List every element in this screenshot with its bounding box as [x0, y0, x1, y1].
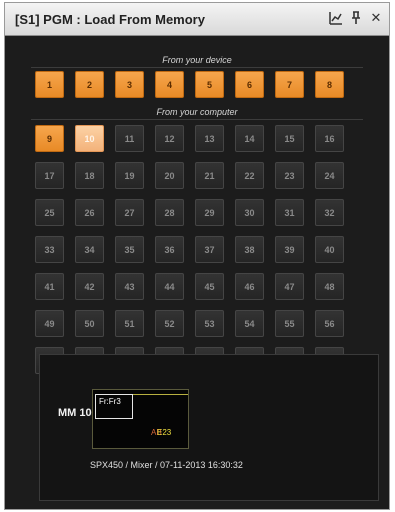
computer-slot-11-button[interactable]: 11 — [115, 125, 144, 152]
computer-slot-9-button[interactable]: 9 — [35, 125, 64, 152]
computer-slot-48-button[interactable]: 48 — [315, 273, 344, 300]
computer-slot-15-button[interactable]: 15 — [275, 125, 304, 152]
computer-slot-19-button[interactable]: 19 — [115, 162, 144, 189]
computer-slot-55-button[interactable]: 55 — [275, 310, 304, 337]
computer-slot-42-button[interactable]: 42 — [75, 273, 104, 300]
computer-slot-29-button[interactable]: 29 — [195, 199, 224, 226]
computer-slot-10-button[interactable]: 10 — [75, 125, 104, 152]
memory-preview-panel: MM 10 Fr:Fr3 AB E23 SPX450 / Mixer / 07-… — [39, 354, 379, 501]
device-slot-7-button[interactable]: 7 — [275, 71, 304, 98]
computer-slot-23-button[interactable]: 23 — [275, 162, 304, 189]
computer-slot-53-button[interactable]: 53 — [195, 310, 224, 337]
computer-slot-51-button[interactable]: 51 — [115, 310, 144, 337]
computer-slot-30-button[interactable]: 30 — [235, 199, 264, 226]
computer-slot-37-button[interactable]: 37 — [195, 236, 224, 263]
device-slot-1-button[interactable]: 1 — [35, 71, 64, 98]
window-controls: ✕ — [329, 11, 383, 25]
pin-icon[interactable] — [349, 11, 363, 25]
device-slot-3-button[interactable]: 3 — [115, 71, 144, 98]
computer-slot-17-button[interactable]: 17 — [35, 162, 64, 189]
memory-caption: SPX450 / Mixer / 07-11-2013 16:30:32 — [90, 460, 243, 470]
computer-slot-40-button[interactable]: 40 — [315, 236, 344, 263]
computer-slot-45-button[interactable]: 45 — [195, 273, 224, 300]
computer-slot-44-button[interactable]: 44 — [155, 273, 184, 300]
device-section-label: From your device — [162, 55, 232, 65]
computer-slot-36-button[interactable]: 36 — [155, 236, 184, 263]
computer-slot-14-button[interactable]: 14 — [235, 125, 264, 152]
computer-section-label: From your computer — [156, 107, 238, 117]
device-slot-8-button[interactable]: 8 — [315, 71, 344, 98]
frame-box: Fr:Fr3 — [95, 394, 133, 419]
chart-icon[interactable] — [329, 11, 343, 25]
computer-slot-38-button[interactable]: 38 — [235, 236, 264, 263]
window-title: [S1] PGM : Load From Memory — [15, 12, 205, 27]
device-slot-4-button[interactable]: 4 — [155, 71, 184, 98]
computer-slot-26-button[interactable]: 26 — [75, 199, 104, 226]
computer-slot-12-button[interactable]: 12 — [155, 125, 184, 152]
computer-slot-34-button[interactable]: 34 — [75, 236, 104, 263]
computer-slot-52-button[interactable]: 52 — [155, 310, 184, 337]
close-icon[interactable]: ✕ — [369, 11, 383, 25]
title-bar: [S1] PGM : Load From Memory ✕ — [5, 3, 389, 36]
computer-slot-28-button[interactable]: 28 — [155, 199, 184, 226]
e-label: E23 — [157, 428, 172, 437]
computer-slot-24-button[interactable]: 24 — [315, 162, 344, 189]
computer-slot-20-button[interactable]: 20 — [155, 162, 184, 189]
device-slot-5-button[interactable]: 5 — [195, 71, 224, 98]
computer-slot-54-button[interactable]: 54 — [235, 310, 264, 337]
device-separator — [31, 67, 363, 68]
device-slot-grid: 12345678 — [35, 71, 344, 98]
computer-slot-31-button[interactable]: 31 — [275, 199, 304, 226]
computer-slot-27-button[interactable]: 27 — [115, 199, 144, 226]
computer-slot-22-button[interactable]: 22 — [235, 162, 264, 189]
memory-thumbnail: Fr:Fr3 AB E23 — [92, 389, 189, 449]
computer-slot-41-button[interactable]: 41 — [35, 273, 64, 300]
computer-slot-25-button[interactable]: 25 — [35, 199, 64, 226]
memory-label: MM 10 — [58, 407, 92, 419]
computer-slot-35-button[interactable]: 35 — [115, 236, 144, 263]
device-slot-2-button[interactable]: 2 — [75, 71, 104, 98]
frame-label: Fr:Fr3 — [99, 397, 121, 406]
computer-slot-47-button[interactable]: 47 — [275, 273, 304, 300]
computer-slot-56-button[interactable]: 56 — [315, 310, 344, 337]
computer-slot-21-button[interactable]: 21 — [195, 162, 224, 189]
computer-slot-43-button[interactable]: 43 — [115, 273, 144, 300]
computer-slot-49-button[interactable]: 49 — [35, 310, 64, 337]
computer-slot-50-button[interactable]: 50 — [75, 310, 104, 337]
computer-slot-32-button[interactable]: 32 — [315, 199, 344, 226]
computer-slot-46-button[interactable]: 46 — [235, 273, 264, 300]
computer-slot-16-button[interactable]: 16 — [315, 125, 344, 152]
computer-separator — [31, 119, 363, 120]
device-slot-6-button[interactable]: 6 — [235, 71, 264, 98]
load-from-memory-window: [S1] PGM : Load From Memory ✕ From your … — [4, 2, 390, 510]
thumbnail-line — [133, 394, 188, 395]
computer-slot-18-button[interactable]: 18 — [75, 162, 104, 189]
computer-slot-33-button[interactable]: 33 — [35, 236, 64, 263]
computer-slot-13-button[interactable]: 13 — [195, 125, 224, 152]
computer-slot-39-button[interactable]: 39 — [275, 236, 304, 263]
computer-slot-grid: 9 10 11 12 13 14 15 16 17 18 19 20 21 22 23 24 25 26 27 28 2… — [35, 125, 344, 374]
